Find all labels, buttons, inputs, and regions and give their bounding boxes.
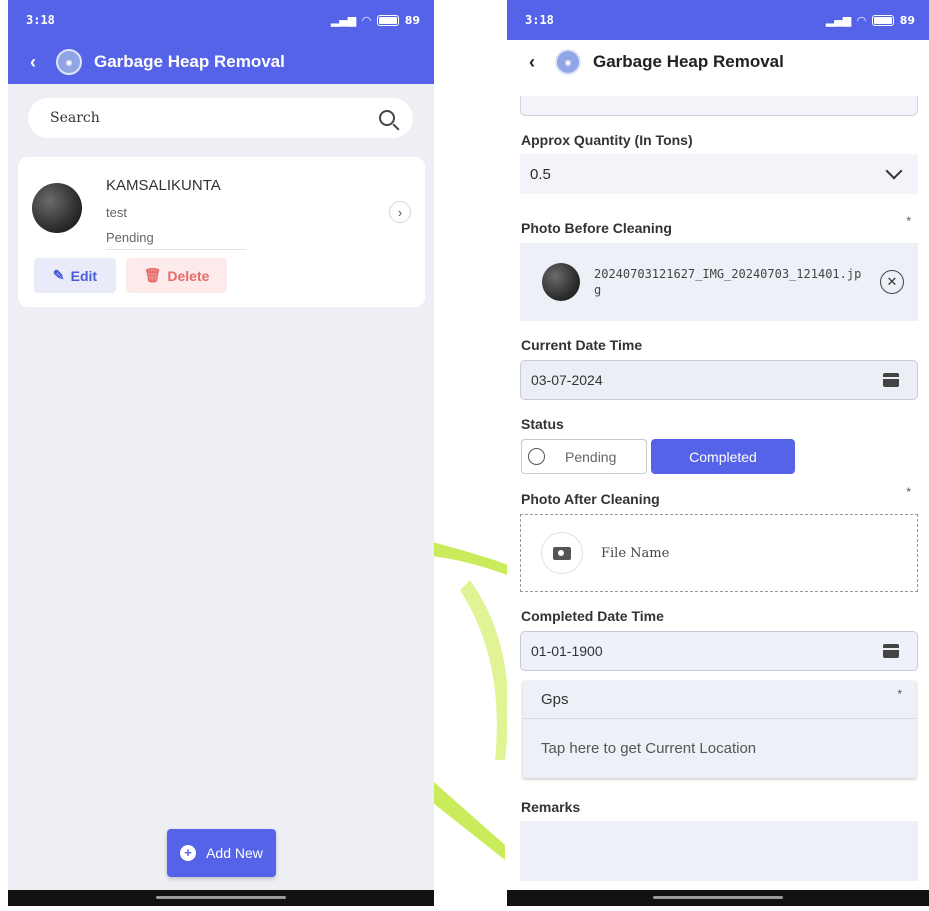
avatar: [32, 183, 82, 233]
delete-label: Delete: [167, 267, 210, 284]
completed-datetime-field[interactable]: 01-01-1900: [520, 631, 918, 671]
status-time: 3:18: [26, 13, 55, 27]
file-name-placeholder: File Name: [601, 545, 670, 561]
delete-button[interactable]: 🗑 Delete: [126, 258, 227, 293]
gps-card: Gps * Tap here to get Current Location: [523, 681, 916, 778]
record-status: Pending: [106, 230, 154, 245]
quantity-label: Approx Quantity (In Tons): [521, 132, 693, 148]
completed-datetime-value: 01-01-1900: [531, 643, 603, 659]
app-logo-icon: ◉: [56, 49, 82, 75]
gps-label: Gps: [541, 691, 569, 708]
signal-icon: ▂▄▆: [825, 13, 852, 27]
camera-button[interactable]: [541, 532, 583, 574]
add-new-label: Add New: [206, 845, 263, 861]
status-bar: 3:18 ▂▄▆ ◠ 89: [507, 0, 929, 40]
app-bar: ‹ ◉ Garbage Heap Removal: [8, 40, 434, 84]
right-phone-screen: 3:18 ▂▄▆ ◠ 89 ‹ ◉ Garbage Heap Removal A…: [507, 0, 929, 906]
calendar-icon[interactable]: [883, 644, 899, 658]
nav-bar: [8, 890, 434, 906]
search-input[interactable]: Search: [28, 98, 413, 138]
remove-photo-icon[interactable]: ✕: [880, 270, 904, 294]
record-detail: test: [106, 205, 127, 220]
status-option-label: Pending: [565, 448, 617, 465]
wifi-icon: ◠: [857, 13, 866, 27]
app-logo-icon: ◉: [555, 49, 581, 75]
camera-icon: [553, 546, 571, 560]
remarks-input[interactable]: [520, 821, 918, 881]
page-title: Garbage Heap Removal: [593, 52, 784, 71]
status-icons: ▂▄▆ ◠ 89: [331, 14, 420, 27]
required-mark: *: [897, 687, 902, 701]
current-datetime-label: Current Date Time: [521, 337, 643, 353]
status-label: Status: [521, 416, 564, 432]
status-option-pending[interactable]: Pending: [521, 439, 647, 474]
status-option-completed[interactable]: Completed: [651, 439, 795, 474]
photo-before-field[interactable]: 20240703121627_IMG_20240703_121401.jpg ✕: [520, 243, 918, 321]
photo-after-label: Photo After Cleaning: [521, 491, 660, 507]
edit-label: Edit: [70, 267, 98, 284]
home-indicator[interactable]: [156, 896, 286, 899]
back-arrow-icon[interactable]: ‹: [22, 52, 44, 73]
page-title: Garbage Heap Removal: [94, 52, 285, 71]
status-time: 3:18: [525, 13, 554, 27]
record-name: KAMSALIKUNTA: [106, 177, 221, 194]
completed-datetime-label: Completed Date Time: [521, 608, 664, 624]
trash-icon: 🗑: [143, 267, 162, 283]
remarks-label: Remarks: [521, 799, 581, 815]
previous-field-edge[interactable]: [520, 96, 918, 116]
divider: [106, 249, 246, 250]
battery-level: 89: [899, 13, 915, 27]
required-mark: *: [906, 485, 911, 499]
photo-before-label: Photo Before Cleaning: [521, 220, 672, 236]
home-indicator[interactable]: [653, 896, 783, 899]
back-arrow-icon[interactable]: ‹: [521, 52, 543, 73]
quantity-select[interactable]: 0.5: [520, 154, 918, 194]
signal-icon: ▂▄▆: [330, 13, 357, 27]
photo-file-name: 20240703121627_IMG_20240703_121401.jpg: [594, 267, 862, 297]
search-placeholder: Search: [50, 110, 100, 126]
left-phone-screen: 3:18 ▂▄▆ ◠ 89 ‹ ◉ Garbage Heap Removal S…: [8, 0, 434, 906]
radio-icon: [528, 448, 545, 465]
current-datetime-field[interactable]: 03-07-2024: [520, 360, 918, 400]
edit-button[interactable]: ✎ Edit: [34, 258, 116, 293]
chevron-down-icon: [885, 162, 903, 180]
status-toggle: Pending Completed: [521, 439, 795, 474]
status-icons: ▂▄▆ ◠ 89: [826, 14, 915, 27]
photo-thumbnail: [542, 263, 580, 301]
battery-icon: [376, 14, 399, 26]
chevron-right-icon[interactable]: ›: [389, 201, 411, 223]
nav-bar: [507, 890, 929, 906]
status-option-label: Completed: [689, 448, 757, 465]
battery-level: 89: [404, 13, 420, 27]
quantity-value: 0.5: [530, 165, 551, 183]
calendar-icon[interactable]: [883, 373, 899, 387]
current-datetime-value: 03-07-2024: [531, 372, 603, 388]
battery-icon: [871, 14, 894, 26]
wifi-icon: ◠: [362, 13, 371, 27]
plus-circle-icon: +: [180, 845, 197, 861]
list-item[interactable]: KAMSALIKUNTA test Pending › ✎ Edit 🗑 Del…: [18, 157, 425, 307]
add-new-button[interactable]: + Add New: [167, 829, 276, 877]
get-location-button[interactable]: Tap here to get Current Location: [523, 719, 916, 777]
search-icon[interactable]: [379, 110, 395, 126]
status-bar: 3:18 ▂▄▆ ◠ 89: [8, 0, 434, 40]
required-mark: *: [906, 214, 911, 228]
gps-header: Gps *: [523, 681, 916, 719]
photo-after-upload[interactable]: File Name: [520, 514, 918, 592]
app-bar: ‹ ◉ Garbage Heap Removal: [507, 40, 929, 84]
edit-icon: ✎: [52, 267, 65, 283]
